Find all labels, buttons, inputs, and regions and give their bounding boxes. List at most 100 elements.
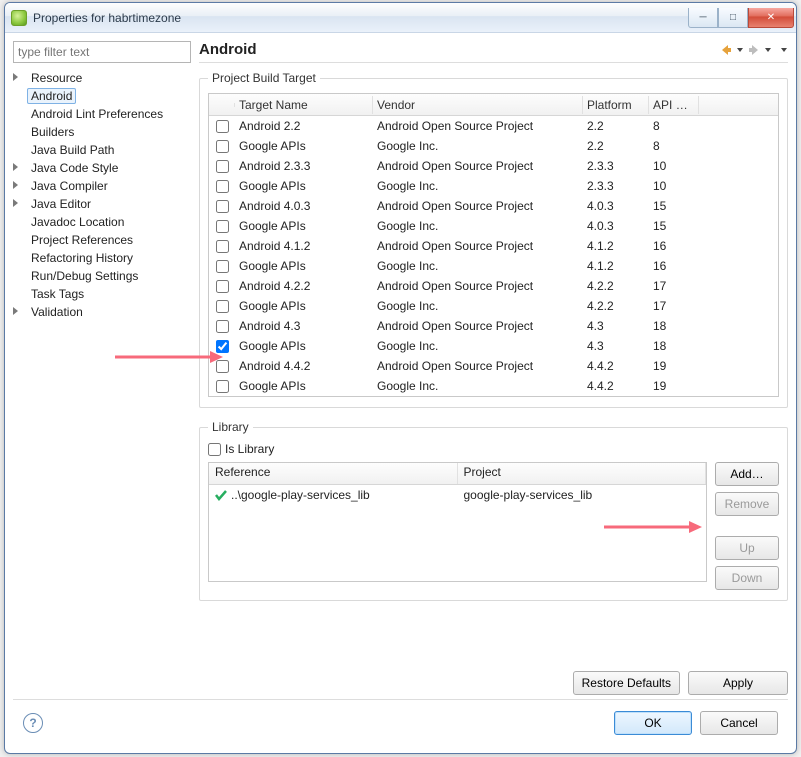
cell-target: Android 4.3 (235, 319, 373, 333)
close-button[interactable]: ✕ (748, 8, 794, 28)
table-row[interactable]: Google APIsGoogle Inc.4.318 (209, 336, 778, 356)
cell-platform: 4.3 (583, 339, 649, 353)
library-table[interactable]: Reference Project ..\google-play-service… (208, 462, 707, 582)
tree-item-label: Android (27, 88, 76, 104)
cell-api: 18 (649, 339, 699, 353)
restore-defaults-button[interactable]: Restore Defaults (573, 671, 680, 695)
cell-api: 19 (649, 359, 699, 373)
apply-button[interactable]: Apply (688, 671, 788, 695)
cell-target: Android 4.2.2 (235, 279, 373, 293)
library-down-button[interactable]: Down (715, 566, 779, 590)
maximize-button[interactable]: □ (718, 8, 748, 28)
is-library-row[interactable]: Is Library (208, 442, 779, 456)
cell-api: 8 (649, 139, 699, 153)
cell-platform: 4.3 (583, 319, 649, 333)
tree-item[interactable]: Builders (13, 123, 191, 141)
table-row[interactable]: Google APIsGoogle Inc.2.3.310 (209, 176, 778, 196)
table-row[interactable]: Google APIsGoogle Inc.4.2.217 (209, 296, 778, 316)
table-row[interactable]: Google APIsGoogle Inc.2.28 (209, 136, 778, 156)
lib-col-reference[interactable]: Reference (209, 463, 458, 484)
tree-item[interactable]: Javadoc Location (13, 213, 191, 231)
col-target[interactable]: Target Name (235, 96, 373, 114)
nav-back-icon[interactable] (718, 42, 734, 58)
table-row[interactable]: Android 4.0.3Android Open Source Project… (209, 196, 778, 216)
category-tree[interactable]: ResourceAndroidAndroid Lint PreferencesB… (13, 69, 191, 695)
table-row[interactable]: Google APIsGoogle Inc.4.0.315 (209, 216, 778, 236)
target-checkbox[interactable] (216, 300, 229, 313)
target-checkbox[interactable] (216, 340, 229, 353)
build-target-table[interactable]: Target Name Vendor Platform API Le… Andr… (208, 93, 779, 397)
library-remove-button[interactable]: Remove (715, 492, 779, 516)
tree-item[interactable]: Refactoring History (13, 249, 191, 267)
tree-item[interactable]: Java Editor (13, 195, 191, 213)
target-checkbox[interactable] (216, 120, 229, 133)
tree-item[interactable]: Run/Debug Settings (13, 267, 191, 285)
page-buttons: Restore Defaults Apply (199, 667, 788, 695)
library-buttons: Add… Remove Up Down (715, 462, 779, 590)
table-row[interactable]: Android 2.3.3Android Open Source Project… (209, 156, 778, 176)
tree-item-label: Java Build Path (27, 142, 118, 158)
titlebar[interactable]: Properties for habrtimezone ─ □ ✕ (5, 3, 796, 33)
target-checkbox[interactable] (216, 200, 229, 213)
col-platform[interactable]: Platform (583, 96, 649, 114)
cell-api: 17 (649, 299, 699, 313)
table-row[interactable]: Android 4.4.2Android Open Source Project… (209, 356, 778, 376)
cell-platform: 2.3.3 (583, 159, 649, 173)
page-menu[interactable] (780, 42, 788, 58)
target-checkbox[interactable] (216, 240, 229, 253)
cell-vendor: Google Inc. (373, 219, 583, 233)
target-checkbox[interactable] (216, 140, 229, 153)
lib-col-project[interactable]: Project (458, 463, 707, 484)
table-row[interactable]: Android 4.3Android Open Source Project4.… (209, 316, 778, 336)
library-row[interactable]: ..\google-play-services_libgoogle-play-s… (209, 485, 706, 505)
tree-item[interactable]: Android Lint Preferences (13, 105, 191, 123)
tree-item[interactable]: Android (13, 87, 191, 105)
is-library-checkbox[interactable] (208, 443, 221, 456)
help-icon[interactable]: ? (23, 713, 43, 733)
tree-item-label: Task Tags (27, 286, 88, 302)
library-up-button[interactable]: Up (715, 536, 779, 560)
col-api[interactable]: API Le… (649, 96, 699, 114)
tree-item[interactable]: Validation (13, 303, 191, 321)
target-checkbox[interactable] (216, 380, 229, 393)
cell-target: Google APIs (235, 299, 373, 313)
ok-button[interactable]: OK (614, 711, 692, 735)
target-checkbox[interactable] (216, 260, 229, 273)
nav-forward-icon[interactable] (746, 42, 762, 58)
tree-item[interactable]: Resource (13, 69, 191, 87)
table-row[interactable]: Google APIsGoogle Inc.4.4.219 (209, 376, 778, 396)
tree-item[interactable]: Java Build Path (13, 141, 191, 159)
cell-vendor: Android Open Source Project (373, 239, 583, 253)
col-vendor[interactable]: Vendor (373, 96, 583, 114)
nav-back-menu[interactable] (736, 42, 744, 58)
table-row[interactable]: Android 2.2Android Open Source Project2.… (209, 116, 778, 136)
table-row[interactable]: Android 4.1.2Android Open Source Project… (209, 236, 778, 256)
check-ok-icon (215, 489, 227, 501)
minimize-button[interactable]: ─ (688, 8, 718, 28)
target-checkbox[interactable] (216, 220, 229, 233)
tree-item[interactable]: Project References (13, 231, 191, 249)
table-row[interactable]: Android 4.2.2Android Open Source Project… (209, 276, 778, 296)
library-add-button[interactable]: Add… (715, 462, 779, 486)
cell-api: 10 (649, 159, 699, 173)
cell-target: Android 4.1.2 (235, 239, 373, 253)
target-checkbox[interactable] (216, 360, 229, 373)
tree-item[interactable]: Java Code Style (13, 159, 191, 177)
table-row[interactable]: Google APIsGoogle Inc.4.1.216 (209, 256, 778, 276)
target-checkbox[interactable] (216, 320, 229, 333)
library-group: Library Is Library Reference Project ..\… (199, 420, 788, 601)
nav-forward-menu[interactable] (764, 42, 772, 58)
tree-item[interactable]: Task Tags (13, 285, 191, 303)
tree-item[interactable]: Java Compiler (13, 177, 191, 195)
cell-vendor: Android Open Source Project (373, 359, 583, 373)
target-checkbox[interactable] (216, 180, 229, 193)
is-library-label: Is Library (225, 442, 274, 456)
cell-platform: 4.1.2 (583, 239, 649, 253)
library-legend: Library (208, 420, 253, 434)
settings-page: Android Project Bui (199, 41, 788, 695)
target-checkbox[interactable] (216, 160, 229, 173)
table-header: Target Name Vendor Platform API Le… (209, 94, 778, 116)
cancel-button[interactable]: Cancel (700, 711, 778, 735)
filter-input[interactable] (13, 41, 191, 63)
target-checkbox[interactable] (216, 280, 229, 293)
